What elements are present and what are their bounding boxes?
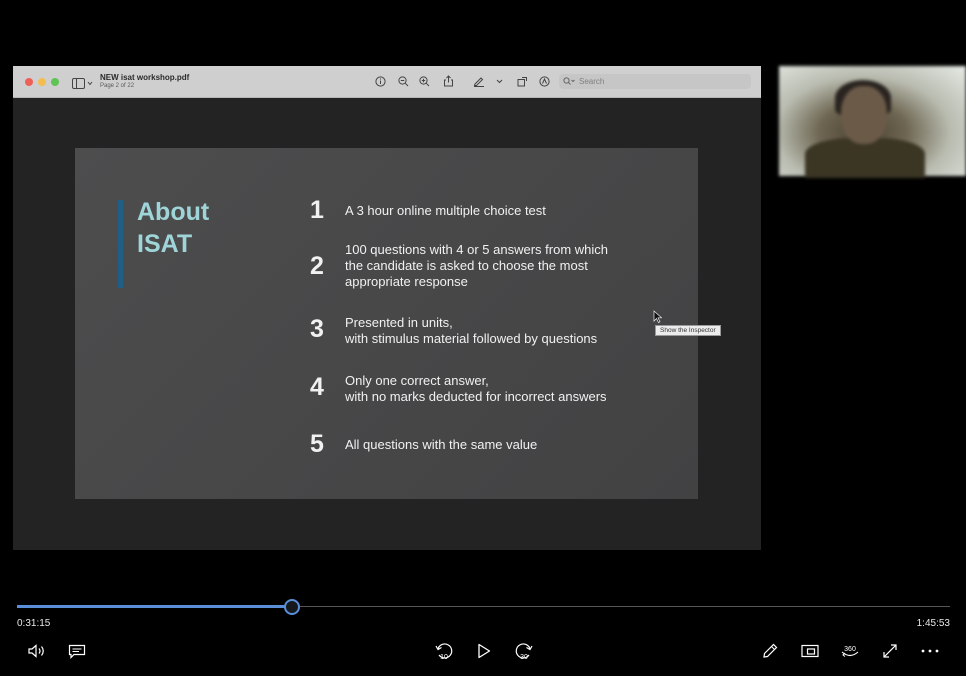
- item-text: 100 questions with 4 or 5 answers from w…: [345, 242, 609, 289]
- share-icon[interactable]: [442, 75, 454, 87]
- volume-button[interactable]: [26, 640, 48, 662]
- annotate-button[interactable]: [759, 640, 781, 662]
- presenter-face: [841, 86, 887, 144]
- markup-menu-chevron-icon[interactable]: [495, 75, 503, 87]
- expand-icon: [883, 644, 897, 658]
- close-window-button[interactable]: [25, 78, 33, 86]
- zoom-in-icon[interactable]: [418, 75, 430, 87]
- title-accent-bar: [118, 200, 123, 288]
- item-text: Only one correct answer, with no marks d…: [345, 373, 607, 404]
- item-number: 3: [310, 315, 324, 343]
- viewer-toolbar: NEW isat workshop.pdf Page 2 of 22 Searc…: [13, 66, 761, 98]
- item-text: A 3 hour online multiple choice test: [345, 203, 546, 218]
- document-title: NEW isat workshop.pdf: [100, 73, 190, 82]
- skip-back-10-icon: 10: [435, 643, 453, 661]
- item-text: Presented in units, with stimulus materi…: [345, 315, 598, 346]
- fullscreen-button[interactable]: [879, 640, 901, 662]
- rotate-icon[interactable]: [516, 75, 528, 87]
- sidebar-toggle-icon[interactable]: [72, 76, 94, 89]
- annotate-icon[interactable]: [538, 75, 550, 87]
- vr-360-icon: 360: [841, 646, 859, 657]
- skip-forward-button[interactable]: 30: [513, 640, 535, 662]
- skip-forward-label: 30: [520, 654, 528, 661]
- presenter-body: [805, 138, 925, 178]
- skip-back-label: 10: [440, 654, 448, 661]
- current-time: 0:31:15: [17, 618, 51, 629]
- pdf-viewer-window: NEW isat workshop.pdf Page 2 of 22 Searc…: [13, 66, 761, 550]
- picture-in-picture-icon: [801, 644, 819, 658]
- vr-360-button[interactable]: 360: [839, 640, 861, 662]
- slide-title-line1: About: [137, 198, 210, 226]
- progress-fill: [17, 605, 292, 608]
- zoom-window-button[interactable]: [51, 78, 59, 86]
- search-field[interactable]: Search: [559, 74, 751, 89]
- play-button[interactable]: [473, 640, 495, 662]
- item-text: All questions with the same value: [345, 437, 538, 452]
- slide-title: About ISAT: [137, 196, 209, 260]
- skip-back-button[interactable]: 10: [433, 640, 455, 662]
- picture-in-picture-button[interactable]: [799, 640, 821, 662]
- item-number: 4: [310, 373, 324, 401]
- progress-scrubber-handle[interactable]: [284, 599, 300, 615]
- more-icon: [921, 649, 939, 653]
- document-page-count: Page 2 of 22: [100, 83, 135, 89]
- captions-icon: [68, 644, 86, 659]
- item-number: 2: [310, 252, 324, 280]
- info-icon[interactable]: [374, 75, 386, 87]
- speaker-icon: [28, 644, 44, 658]
- slide-title-line2: ISAT: [137, 230, 193, 258]
- more-options-button[interactable]: [919, 640, 941, 662]
- search-placeholder: Search: [579, 77, 605, 86]
- inspector-tooltip: Show the Inspector: [655, 325, 721, 336]
- webcam-video: [779, 66, 966, 178]
- markup-pen-icon[interactable]: [473, 75, 485, 87]
- item-number: 5: [310, 430, 324, 458]
- skip-forward-30-icon: 30: [515, 643, 533, 661]
- mouse-cursor-icon: [653, 310, 662, 323]
- vr-360-label: 360: [844, 646, 856, 653]
- slide-page: About ISAT 1 A 3 hour online multiple ch…: [75, 148, 698, 499]
- play-icon: [478, 643, 491, 659]
- search-icon: [563, 77, 575, 85]
- total-duration: 1:45:53: [916, 618, 950, 629]
- item-number: 1: [310, 196, 324, 224]
- captions-button[interactable]: [66, 640, 88, 662]
- zoom-out-icon[interactable]: [397, 75, 409, 87]
- pencil-icon: [763, 643, 778, 658]
- minimize-window-button[interactable]: [38, 78, 46, 86]
